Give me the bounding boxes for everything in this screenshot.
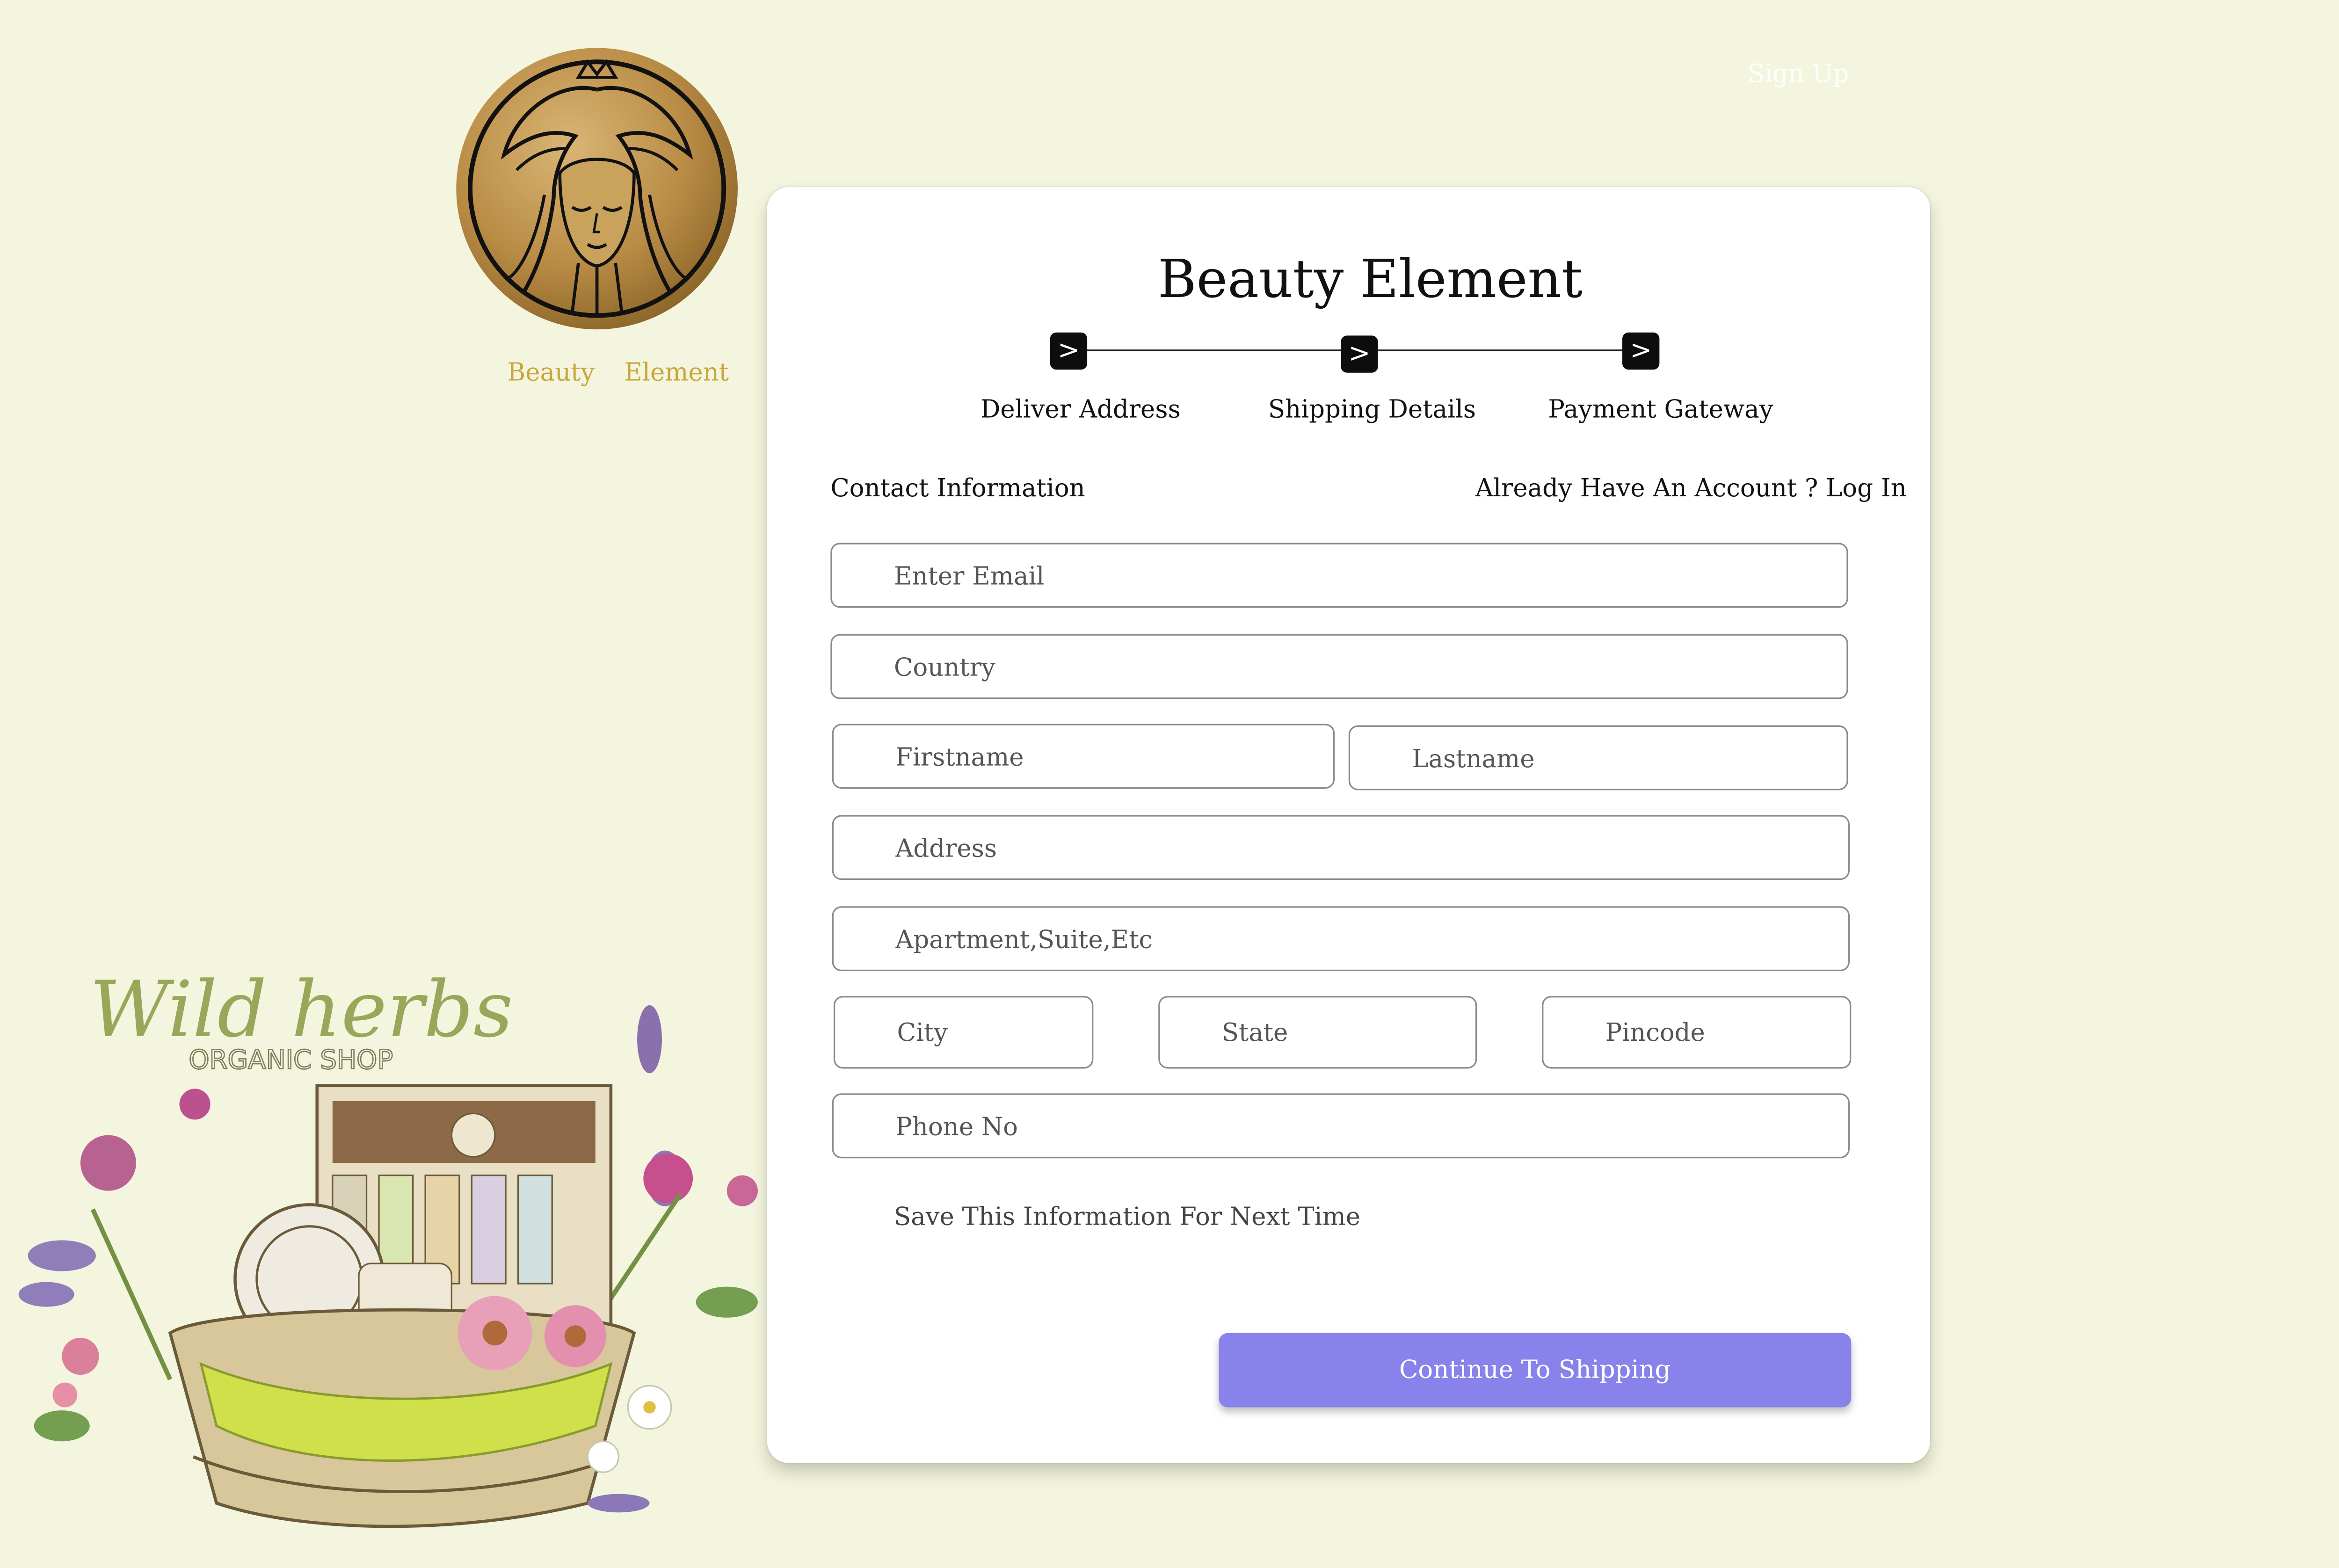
- step-3-arrow-icon[interactable]: >: [1622, 332, 1660, 370]
- illustration-subtitle: ORGANIC SHOP: [189, 1045, 393, 1075]
- city-input[interactable]: [835, 997, 1092, 1067]
- continue-to-shipping-button[interactable]: Continue To Shipping: [1219, 1333, 1852, 1408]
- pincode-field[interactable]: [1542, 996, 1852, 1069]
- brand-name: Beauty Element: [507, 357, 738, 387]
- brand-word-2: Element: [624, 357, 729, 387]
- firstname-field[interactable]: [832, 724, 1335, 789]
- apartment-input[interactable]: [833, 907, 1848, 970]
- apartment-field[interactable]: [832, 906, 1850, 972]
- brand-logo: [455, 46, 739, 331]
- signup-link[interactable]: Sign Up: [1748, 59, 1849, 88]
- step-payment-gateway[interactable]: Payment Gateway: [1548, 394, 1773, 424]
- step-deliver-address[interactable]: Deliver Address: [981, 394, 1181, 424]
- address-input[interactable]: [833, 816, 1848, 878]
- phone-input[interactable]: [833, 1095, 1848, 1157]
- page-root: Beauty Element Sign Up Wild herbs ORGANI…: [0, 0, 2339, 1568]
- firstname-input[interactable]: [833, 725, 1333, 787]
- city-field[interactable]: [833, 996, 1094, 1069]
- country-field[interactable]: [830, 634, 1848, 699]
- herb-basket-illustration: Wild herbs ORGANIC SHOP: [0, 946, 804, 1565]
- email-field[interactable]: [830, 543, 1848, 608]
- pincode-input[interactable]: [1543, 997, 1850, 1067]
- phone-field[interactable]: [832, 1093, 1850, 1159]
- login-link[interactable]: Already Have An Account ? Log In: [1475, 473, 1907, 503]
- step-shipping-details[interactable]: Shipping Details: [1268, 394, 1476, 424]
- illustration-title: Wild herbs: [90, 965, 513, 1054]
- email-input[interactable]: [832, 544, 1847, 606]
- country-input[interactable]: [832, 635, 1847, 698]
- step-2-arrow-icon[interactable]: >: [1341, 335, 1378, 373]
- state-input[interactable]: [1160, 997, 1475, 1067]
- brand-word-1: Beauty: [507, 357, 595, 387]
- state-field[interactable]: [1158, 996, 1477, 1069]
- save-info-option[interactable]: Save This Information For Next Time: [894, 1202, 1360, 1231]
- address-field[interactable]: [832, 815, 1850, 880]
- lastname-field[interactable]: [1348, 725, 1848, 791]
- contact-information-heading: Contact Information: [830, 473, 1085, 503]
- checkout-card: Beauty Element > > > Deliver Address Shi…: [767, 187, 1930, 1463]
- lastname-input[interactable]: [1350, 726, 1847, 789]
- card-title: Beauty Element: [1158, 249, 1583, 311]
- goddess-medallion-icon: [456, 48, 738, 330]
- step-1-arrow-icon[interactable]: >: [1050, 332, 1088, 370]
